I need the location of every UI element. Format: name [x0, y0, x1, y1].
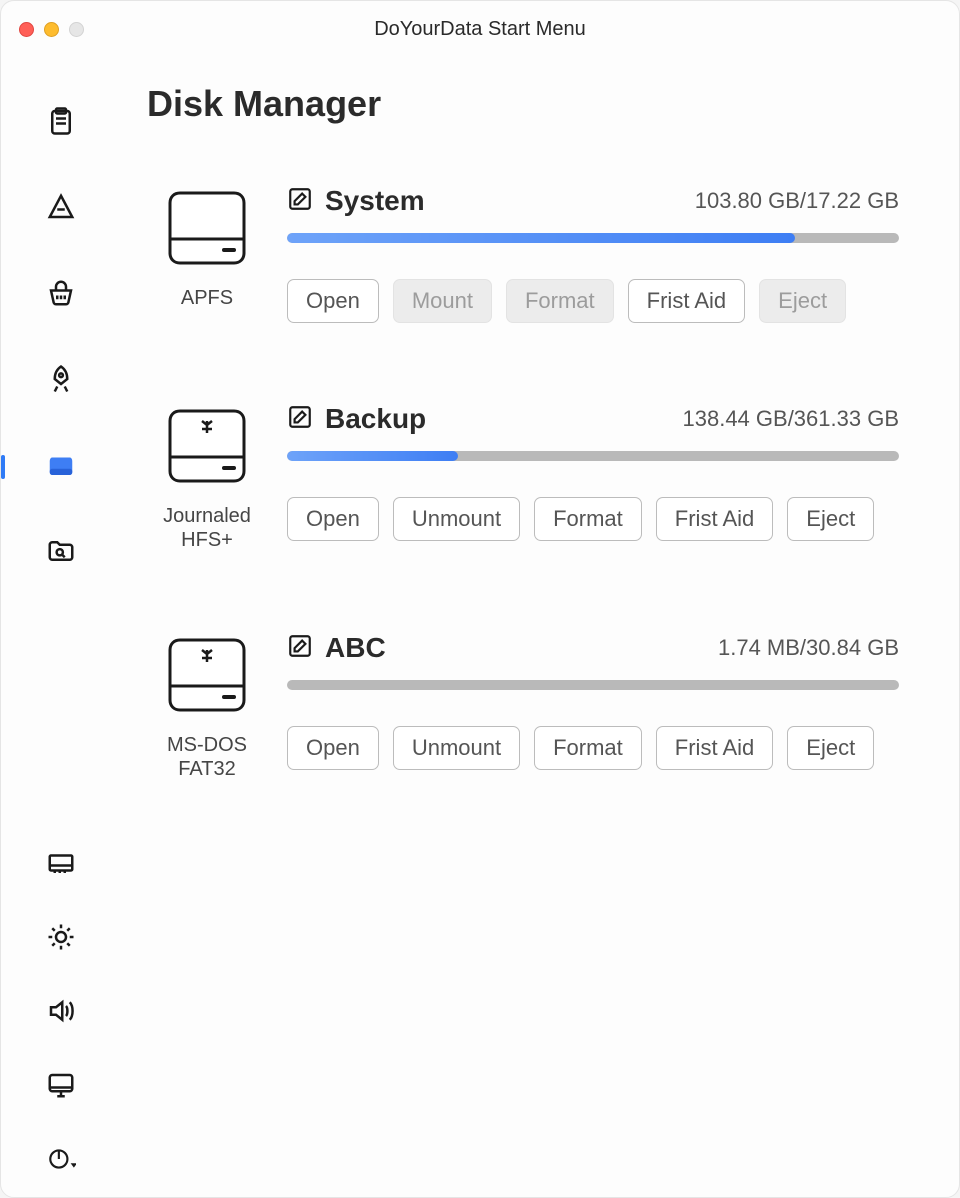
drive-icon [162, 632, 252, 719]
edit-name-icon[interactable] [287, 633, 313, 664]
mount-button[interactable]: Unmount [393, 726, 520, 770]
sidebar-item-clipboard[interactable] [43, 105, 79, 141]
drive-icon [162, 403, 252, 490]
edit-name-icon[interactable] [287, 186, 313, 217]
eject-button[interactable]: Eject [787, 726, 874, 770]
eject-button[interactable]: Eject [787, 497, 874, 541]
sidebar-item-apps[interactable] [43, 191, 79, 227]
power-icon [46, 1144, 76, 1179]
disk-name: System [325, 185, 425, 217]
format-button: Format [506, 279, 614, 323]
rocket-icon [46, 364, 76, 399]
window-controls [19, 22, 84, 37]
format-button[interactable]: Format [534, 497, 642, 541]
minimize-window-button[interactable] [44, 22, 59, 37]
disk-usage-bar [287, 451, 899, 461]
disk-actions: Open Unmount Format Frist Aid Eject [287, 497, 899, 541]
mount-button[interactable]: Unmount [393, 497, 520, 541]
disk-usage-bar [287, 680, 899, 690]
sidebar-item-display[interactable] [43, 1069, 79, 1105]
format-button[interactable]: Format [534, 726, 642, 770]
maximize-window-button[interactable] [69, 22, 84, 37]
disk-name: ABC [325, 632, 386, 664]
open-button[interactable]: Open [287, 726, 379, 770]
disk-actions: Open Unmount Format Frist Aid Eject [287, 726, 899, 770]
sidebar-item-brightness[interactable] [43, 921, 79, 957]
drive-icon [162, 185, 252, 272]
sidebar-item-disk-manager[interactable] [43, 449, 79, 485]
mount-button: Mount [393, 279, 492, 323]
disk-size-label: 1.74 MB/30.84 GB [718, 635, 899, 661]
sidebar-item-file-search[interactable] [43, 535, 79, 571]
sidebar [1, 57, 121, 1197]
open-button[interactable]: Open [287, 497, 379, 541]
disk-actions: Open Mount Format Frist Aid Eject [287, 279, 899, 323]
firstaid-button[interactable]: Frist Aid [628, 279, 745, 323]
monitor-icon [46, 1070, 76, 1105]
disk-row: APFS System 103.80 GB/17.22 GB Open Mount… [147, 185, 899, 323]
titlebar: DoYourData Start Menu [1, 1, 959, 57]
apps-icon [46, 192, 76, 227]
sidebar-item-memory[interactable] [43, 847, 79, 883]
folder-search-icon [46, 536, 76, 571]
speaker-icon [46, 996, 76, 1031]
close-window-button[interactable] [19, 22, 34, 37]
disk-icon [46, 450, 76, 485]
disk-name: Backup [325, 403, 426, 435]
disk-filesystem-label: MS-DOS FAT32 [147, 733, 267, 781]
eject-button: Eject [759, 279, 846, 323]
disk-row: MS-DOS FAT32 ABC 1.74 MB/30.84 GB Open Un… [147, 632, 899, 781]
sidebar-item-startup[interactable] [43, 363, 79, 399]
main-content: Disk Manager APFS System 103.80 GB/17.22… [121, 57, 959, 1197]
app-window: DoYourData Start Menu [0, 0, 960, 1198]
firstaid-button[interactable]: Frist Aid [656, 497, 773, 541]
disk-usage-bar [287, 233, 899, 243]
page-title: Disk Manager [147, 83, 899, 125]
sidebar-item-sound[interactable] [43, 995, 79, 1031]
edit-name-icon[interactable] [287, 404, 313, 435]
window-title: DoYourData Start Menu [1, 18, 959, 41]
firstaid-button[interactable]: Frist Aid [656, 726, 773, 770]
disk-size-label: 138.44 GB/361.33 GB [683, 406, 900, 432]
sidebar-item-power[interactable] [43, 1143, 79, 1179]
open-button[interactable]: Open [287, 279, 379, 323]
memory-icon [46, 848, 76, 883]
sidebar-item-cleanup[interactable] [43, 277, 79, 313]
disk-filesystem-label: APFS [181, 286, 233, 310]
disk-filesystem-label: Journaled HFS+ [147, 504, 267, 552]
disk-size-label: 103.80 GB/17.22 GB [695, 188, 899, 214]
disk-row: Journaled HFS+ Backup 138.44 GB/361.33 G… [147, 403, 899, 552]
clipboard-icon [46, 106, 76, 141]
sun-icon [46, 922, 76, 957]
basket-icon [46, 278, 76, 313]
